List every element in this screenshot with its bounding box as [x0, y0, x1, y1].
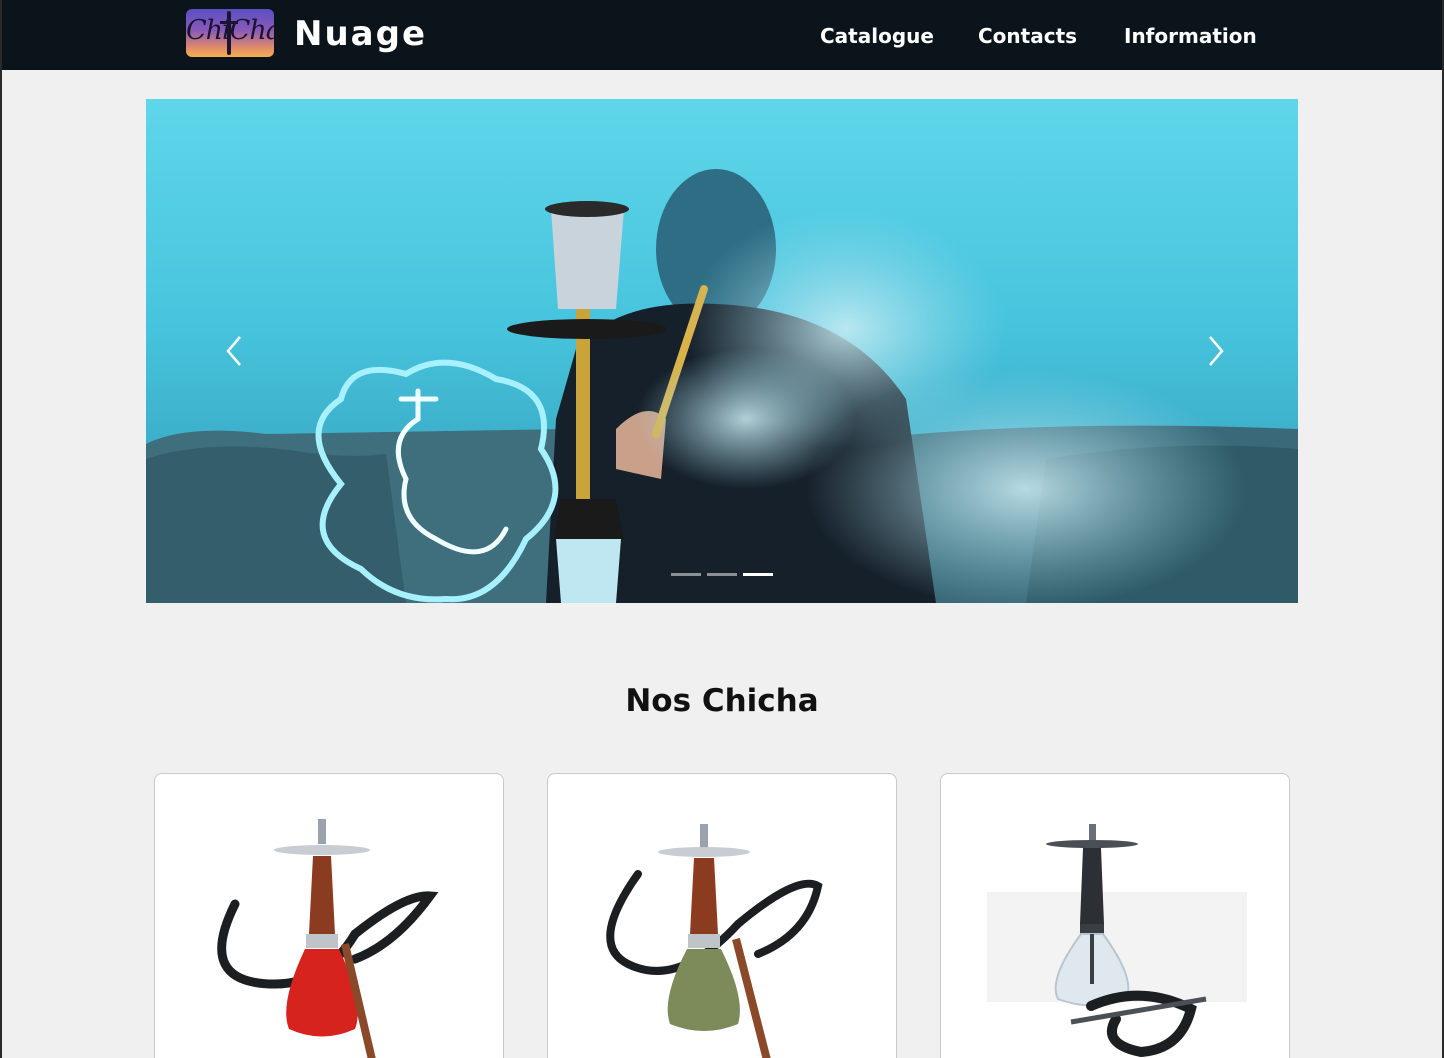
nav-information[interactable]: Information — [1124, 24, 1257, 48]
nav-catalogue[interactable]: Catalogue — [820, 24, 934, 48]
navbar: ChiCha Nuage Catalogue Contacts Informat… — [2, 0, 1442, 70]
hookah-red-icon — [217, 819, 439, 1058]
product-card[interactable] — [940, 773, 1290, 1058]
hero-slide-image — [146, 169, 1298, 603]
logo-text: ChiCha — [186, 15, 274, 46]
carousel-indicator-1[interactable] — [671, 573, 701, 576]
hookah-olive-icon — [606, 824, 823, 1058]
brand-logo[interactable]: ChiCha — [186, 9, 274, 57]
carousel-indicators — [671, 573, 773, 576]
hero-carousel — [146, 99, 1298, 603]
brand-name[interactable]: Nuage — [294, 14, 427, 54]
nav-contacts[interactable]: Contacts — [978, 24, 1077, 48]
section-title: Nos Chicha — [625, 683, 819, 719]
carousel-prev-icon[interactable] — [216, 327, 256, 375]
product-card[interactable] — [547, 773, 897, 1058]
carousel-indicator-3[interactable] — [743, 573, 773, 576]
carousel-indicator-2[interactable] — [707, 573, 737, 576]
hookah-clear-icon — [987, 824, 1247, 1058]
product-card[interactable] — [154, 773, 504, 1058]
carousel-next-icon[interactable] — [1194, 327, 1234, 375]
